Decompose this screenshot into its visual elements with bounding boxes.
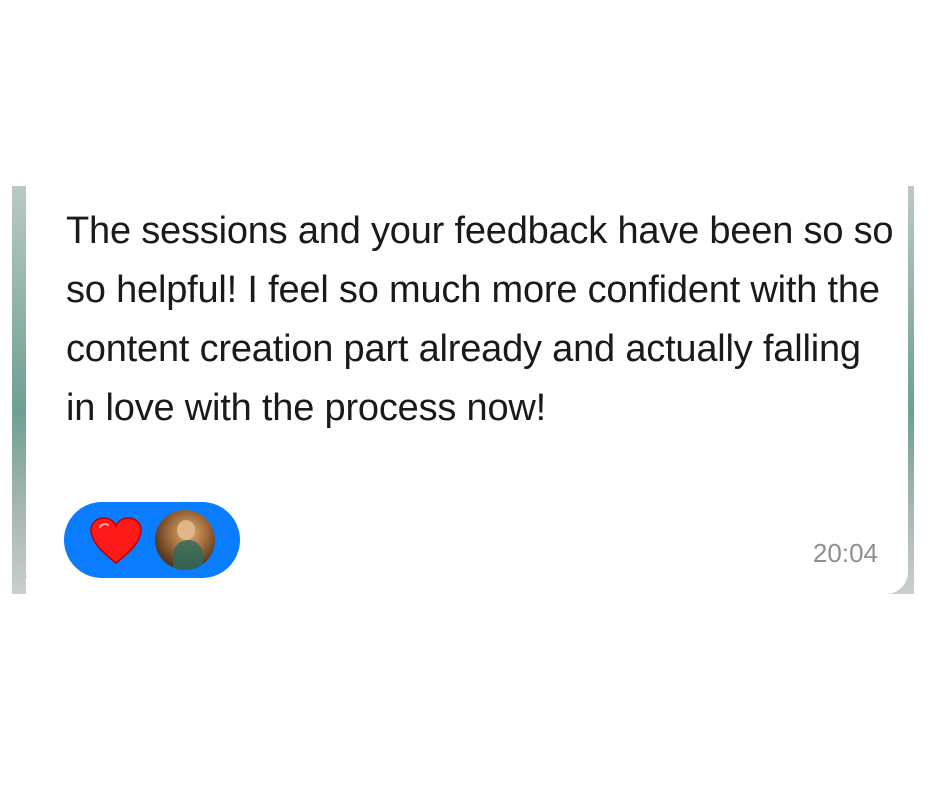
reactions-pill[interactable]: [64, 502, 240, 578]
message-timestamp: 20:04: [812, 538, 878, 568]
chat-background: The sessions and your feedback have been…: [12, 186, 914, 594]
message-text: The sessions and your feedback have been…: [66, 210, 894, 429]
heart-icon: [90, 517, 142, 564]
user-avatar-icon[interactable]: [155, 510, 215, 570]
message-bubble[interactable]: The sessions and your feedback have been…: [26, 186, 908, 594]
bubble-tail: [26, 578, 48, 594]
